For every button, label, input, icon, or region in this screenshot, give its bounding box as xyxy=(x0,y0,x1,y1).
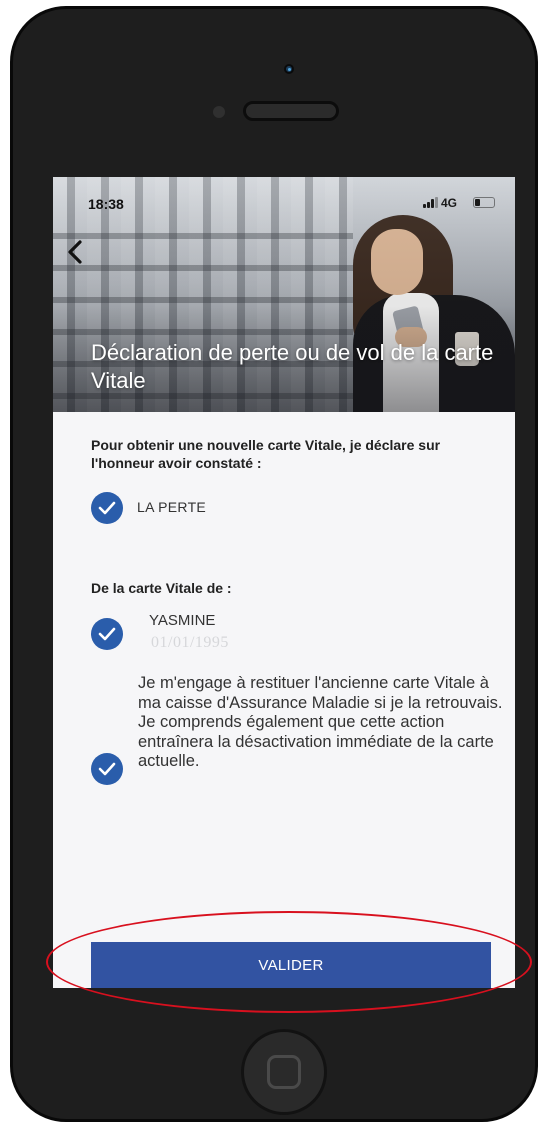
network-type: 4G xyxy=(441,196,458,210)
card-owner-row[interactable] xyxy=(91,618,123,650)
home-button[interactable] xyxy=(241,1029,327,1115)
checkmark-icon xyxy=(98,762,116,776)
chevron-left-icon xyxy=(68,240,82,264)
checkmark-icon xyxy=(98,627,116,641)
commitment-checkbox[interactable] xyxy=(91,753,123,785)
checkmark-icon xyxy=(98,501,116,515)
validate-button[interactable]: VALIDER xyxy=(91,942,491,988)
card-owner-heading: De la carte Vitale de : xyxy=(91,580,232,596)
card-owner-checkbox[interactable] xyxy=(91,618,123,650)
proximity-sensor xyxy=(213,106,225,118)
commitment-row[interactable] xyxy=(91,753,123,785)
page-title: Déclaration de perte ou de vol de la car… xyxy=(91,340,494,393)
status-time: 18:38 xyxy=(88,196,124,212)
battery-icon xyxy=(473,197,495,208)
header-banner: 18:38 4G Déclaration de perte ou de vol … xyxy=(53,177,515,412)
back-button[interactable] xyxy=(61,235,91,269)
declaration-intro: Pour obtenir une nouvelle carte Vitale, … xyxy=(91,437,441,471)
app-screen: 18:38 4G Déclaration de perte ou de vol … xyxy=(53,177,515,988)
loss-checkbox[interactable] xyxy=(91,492,123,524)
signal-strength-icon xyxy=(423,196,438,208)
loss-option-row[interactable] xyxy=(91,492,123,524)
loss-option-label[interactable]: LA PERTE xyxy=(137,499,206,515)
commitment-text[interactable]: Je m'engage à restituer l'ancienne carte… xyxy=(138,674,508,772)
card-owner-name: YASMINE xyxy=(149,612,216,629)
card-owner-birth-date: 01/01/1995 xyxy=(151,634,229,651)
front-camera xyxy=(284,64,294,74)
earpiece-speaker xyxy=(243,101,339,121)
